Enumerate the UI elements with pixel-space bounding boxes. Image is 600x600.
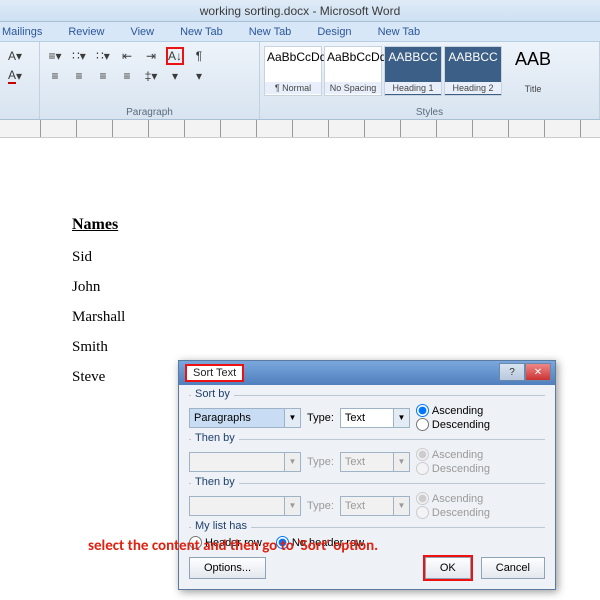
desc-radio[interactable]: Descending: [416, 418, 490, 431]
asc-radio-2: Ascending: [416, 448, 490, 461]
ok-button[interactable]: OK: [425, 557, 471, 579]
style-normal[interactable]: AaBbCcDdE¶ Normal: [264, 46, 322, 96]
tab-new2[interactable]: New Tab: [249, 26, 292, 38]
type-label: Type:: [307, 412, 334, 424]
justify-btn[interactable]: ≡: [118, 67, 136, 85]
name-row[interactable]: Sid: [72, 242, 125, 272]
sortby-field-combo[interactable]: Paragraphs▼: [189, 408, 301, 428]
numbering-btn[interactable]: ∷▾: [70, 47, 88, 65]
multilevel-btn[interactable]: ∷▾: [94, 47, 112, 65]
bullets-btn[interactable]: ≡▾: [46, 47, 64, 65]
tab-mailings[interactable]: Mailings: [2, 26, 42, 38]
instruction-text: select the content and then go to 'Sort'…: [88, 537, 408, 557]
asc-radio[interactable]: Ascending: [416, 404, 490, 417]
names-header: Names: [72, 216, 125, 234]
align-center-btn[interactable]: ≡: [70, 67, 88, 85]
sort-btn[interactable]: A↓: [166, 47, 184, 65]
thenby2-type-combo: Text▼: [340, 496, 410, 516]
thenby1-label: Then by: [191, 432, 239, 444]
font-color-btn[interactable]: A▾: [6, 67, 24, 85]
thenby1-field-combo: ▼: [189, 452, 301, 472]
help-icon[interactable]: ?: [499, 363, 525, 381]
name-row[interactable]: Smith: [72, 332, 125, 362]
sortby-label: Sort by: [191, 388, 234, 400]
thenby2-field-combo: ▼: [189, 496, 301, 516]
borders-btn[interactable]: ▾: [190, 67, 208, 85]
font-size-btn[interactable]: A▾: [6, 47, 24, 65]
style-title[interactable]: AABTitle: [504, 46, 562, 96]
ribbon-tabs: Mailings Review View New Tab New Tab Des…: [0, 22, 600, 42]
window-title: working sorting.docx - Microsoft Word: [0, 0, 600, 22]
desc-radio-2: Descending: [416, 462, 490, 475]
type-label: Type:: [307, 500, 334, 512]
ruler[interactable]: [0, 120, 600, 138]
thenby1-type-combo: Text▼: [340, 452, 410, 472]
dec-indent-btn[interactable]: ⇤: [118, 47, 136, 65]
tab-new1[interactable]: New Tab: [180, 26, 223, 38]
chevron-down-icon: ▼: [284, 453, 300, 471]
thenby2-label: Then by: [191, 476, 239, 488]
chevron-down-icon: ▼: [393, 497, 409, 515]
paragraph-group-label: Paragraph: [40, 107, 259, 118]
dialog-titlebar[interactable]: Sort Text ? ✕: [179, 361, 555, 385]
chevron-down-icon[interactable]: ▼: [393, 409, 409, 427]
align-left-btn[interactable]: ≡: [46, 67, 64, 85]
names-column: Names Sid John Marshall Smith Steve: [72, 216, 125, 392]
dialog-title: Sort Text: [185, 364, 244, 382]
inc-indent-btn[interactable]: ⇥: [142, 47, 160, 65]
desc-radio-3: Descending: [416, 506, 490, 519]
line-spacing-btn[interactable]: ‡▾: [142, 67, 160, 85]
cancel-button[interactable]: Cancel: [481, 557, 545, 579]
type-label: Type:: [307, 456, 334, 468]
tab-design[interactable]: Design: [317, 26, 351, 38]
asc-radio-3: Ascending: [416, 492, 490, 505]
sortby-type-combo[interactable]: Text▼: [340, 408, 410, 428]
document-area: Names Sid John Marshall Smith Steve Sort…: [0, 138, 600, 580]
show-hide-btn[interactable]: ¶: [190, 47, 208, 65]
tab-review[interactable]: Review: [68, 26, 104, 38]
name-row[interactable]: Steve: [72, 362, 125, 392]
style-nospacing[interactable]: AaBbCcDdENo Spacing: [324, 46, 382, 96]
mylist-label: My list has: [191, 520, 251, 532]
ribbon: A▾ A▾ ≡▾ ∷▾ ∷▾ ⇤ ⇥ A↓ ¶ ≡ ≡ ≡ ≡ ‡▾ ▾ ▾ P…: [0, 42, 600, 120]
styles-group-label: Styles: [260, 107, 599, 118]
options-button[interactable]: Options...: [189, 557, 266, 579]
style-heading2[interactable]: AABBCCHeading 2: [444, 46, 502, 96]
align-right-btn[interactable]: ≡: [94, 67, 112, 85]
tab-new3[interactable]: New Tab: [378, 26, 421, 38]
chevron-down-icon: ▼: [393, 453, 409, 471]
close-icon[interactable]: ✕: [525, 363, 551, 381]
name-row[interactable]: John: [72, 272, 125, 302]
shading-btn[interactable]: ▾: [166, 67, 184, 85]
chevron-down-icon: ▼: [284, 497, 300, 515]
tab-view[interactable]: View: [130, 26, 154, 38]
style-heading1[interactable]: AABBCCHeading 1: [384, 46, 442, 96]
chevron-down-icon[interactable]: ▼: [284, 409, 300, 427]
name-row[interactable]: Marshall: [72, 302, 125, 332]
